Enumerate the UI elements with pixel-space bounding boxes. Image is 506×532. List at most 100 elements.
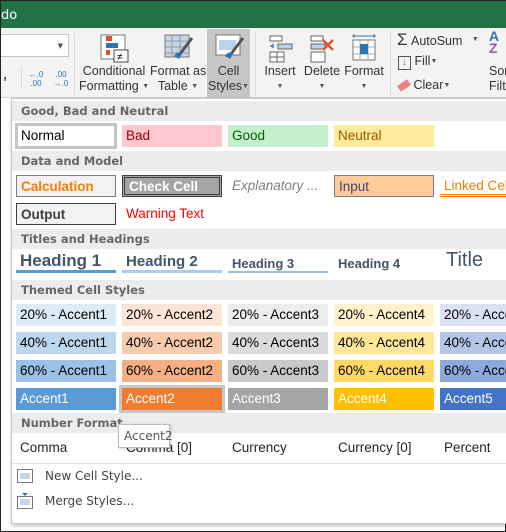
title-bar: do — [1, 1, 506, 28]
style-accent3[interactable]: Accent3 — [228, 388, 328, 410]
style-linked-cell[interactable]: Linked Cell — [440, 175, 506, 197]
style-60-accent1[interactable]: 60% - Accent1 — [16, 360, 116, 382]
style-normal[interactable]: Normal — [15, 123, 117, 149]
label: Styles — [208, 79, 243, 93]
label: Sor — [489, 64, 506, 78]
sort-filter-button[interactable]: AZ Sor Filt — [489, 30, 506, 94]
cell-styles-icon — [215, 34, 244, 59]
fill-down-icon: ↓ — [398, 56, 411, 70]
section-header: Data and Model — [12, 151, 506, 171]
new-cell-style-icon — [17, 469, 33, 483]
style-bad[interactable]: Bad — [122, 125, 222, 147]
chevron-down-icon: ▼ — [191, 83, 199, 90]
section-header: Number Format — [12, 413, 506, 433]
style-heading-1[interactable]: Heading 1 — [16, 251, 116, 273]
style-currency-0[interactable]: Currency [0] — [334, 437, 434, 459]
style-20-accent4[interactable]: 20% - Accent4 — [334, 304, 434, 326]
style-60-accent5[interactable]: 60% - Accent5 — [440, 360, 506, 382]
style-explanatory[interactable]: Explanatory ... — [228, 175, 328, 197]
cell-styles-button[interactable]: Cell Styles▼ — [207, 29, 250, 98]
sigma-icon: Σ — [397, 30, 408, 49]
format-as-table-button[interactable]: Format as Table ▼ — [150, 30, 206, 98]
label: Delete — [303, 64, 341, 78]
chevron-down-icon: ▼ — [318, 83, 326, 90]
style-accent4[interactable]: Accent4 — [334, 388, 434, 410]
style-heading-4[interactable]: Heading 4 — [334, 251, 434, 273]
style-percent[interactable]: Percent — [440, 437, 506, 459]
style-accent2[interactable]: Accent2 — [119, 385, 225, 413]
label: Filt — [489, 79, 506, 93]
format-button[interactable]: Format ▼ — [343, 30, 385, 98]
style-40-accent4[interactable]: 40% - Accent4 — [334, 332, 434, 354]
style-calculation[interactable]: Calculation — [16, 175, 116, 197]
style-comma[interactable]: Comma — [16, 437, 116, 459]
label: AutoSum — [411, 34, 463, 48]
style-title[interactable]: Title — [440, 249, 506, 271]
style-input[interactable]: Input — [334, 175, 434, 197]
style-heading-2[interactable]: Heading 2 — [122, 251, 222, 273]
style-40-accent2[interactable]: 40% - Accent2 — [122, 332, 222, 354]
style-currency[interactable]: Currency — [228, 437, 328, 459]
style-accent1[interactable]: Accent1 — [16, 388, 116, 410]
style-40-accent5[interactable]: 40% - Accent5 — [440, 332, 506, 354]
fill-button[interactable]: ↓ Fill▼ — [398, 54, 458, 70]
chevron-down-icon: ▼ — [142, 83, 150, 90]
style-good[interactable]: Good — [228, 125, 328, 147]
label: Fill — [414, 54, 431, 68]
merge-styles-menu-item[interactable]: Merge Styles... — [17, 493, 134, 509]
comma-style-button[interactable]: , — [1, 68, 9, 83]
label: Format — [344, 64, 384, 78]
chevron-down-icon: ▼ — [471, 36, 479, 43]
sort-az-icon: AZ — [489, 30, 500, 56]
style-60-accent2[interactable]: 60% - Accent2 — [122, 360, 222, 382]
section-header: Good, Bad and Neutral — [12, 101, 506, 121]
insert-button[interactable]: Insert ▼ — [260, 30, 300, 98]
section-header: Titles and Headings — [12, 229, 506, 249]
style-accent5[interactable]: Accent5 — [440, 388, 506, 410]
style-60-accent4[interactable]: 60% - Accent4 — [334, 360, 434, 382]
style-40-accent3[interactable]: 40% - Accent3 — [228, 332, 328, 354]
style-neutral[interactable]: Neutral — [334, 125, 434, 147]
style-20-accent5[interactable]: 20% - Accent5 — [440, 304, 506, 326]
style-60-accent3[interactable]: 60% - Accent3 — [228, 360, 328, 382]
style-output[interactable]: Output — [16, 203, 116, 225]
style-20-accent2[interactable]: 20% - Accent2 — [122, 304, 222, 326]
chevron-down-icon: ▼ — [276, 83, 284, 90]
eraser-icon — [397, 79, 411, 92]
decrease-decimal-button[interactable]: ←.0 .00 — [26, 70, 46, 88]
chevron-down-icon: ▼ — [242, 83, 249, 90]
style-20-accent3[interactable]: 20% - Accent3 — [228, 304, 328, 326]
delete-cells-icon — [310, 35, 334, 63]
merge-styles-icon — [17, 493, 33, 509]
clear-button[interactable]: Clear▼ — [397, 78, 458, 93]
chevron-down-icon: ▼ — [360, 83, 368, 90]
label: Merge Styles... — [45, 494, 135, 508]
svg-text:≠: ≠ — [117, 52, 123, 63]
style-20-accent1[interactable]: 20% - Accent1 — [16, 304, 116, 326]
section-header: Themed Cell Styles — [12, 280, 506, 300]
style-warning-text[interactable]: Warning Text — [122, 203, 222, 225]
increase-decimal-button[interactable]: .00 →.0 — [51, 70, 71, 88]
label: Formatting — [79, 79, 139, 93]
label: Table — [157, 79, 188, 93]
chevron-down-icon: ▼ — [430, 58, 438, 65]
cell-styles-gallery: Good, Bad and Neutral Normal Bad Good Ne… — [11, 98, 506, 524]
format-as-table-icon — [164, 34, 194, 59]
autosum-button[interactable]: Σ AutoSum ▼ — [397, 31, 487, 50]
delete-button[interactable]: Delete ▼ — [302, 30, 342, 98]
style-40-accent1[interactable]: 40% - Accent1 — [16, 332, 116, 354]
label: Insert — [264, 64, 296, 78]
divider — [12, 463, 506, 464]
label: Format as — [150, 64, 207, 78]
style-heading-3[interactable]: Heading 3 — [228, 251, 328, 273]
label: New Cell Style... — [45, 469, 143, 483]
format-cells-icon — [352, 34, 376, 61]
new-cell-style-menu-item[interactable]: New Cell Style... — [17, 469, 143, 483]
chevron-down-icon: ▼ — [443, 82, 451, 89]
conditional-formatting-button[interactable]: ≠ Conditional Formatting ▼ — [79, 30, 149, 98]
label: Clear — [413, 78, 444, 92]
number-format-dropdown[interactable]: ▼ — [1, 34, 69, 57]
style-check-cell[interactable]: Check Cell — [122, 175, 222, 197]
ribbon: ▼ , ←.0 .00 .00 →.0 ≠ Conditional Format… — [1, 28, 506, 98]
label: Conditional — [82, 64, 146, 78]
